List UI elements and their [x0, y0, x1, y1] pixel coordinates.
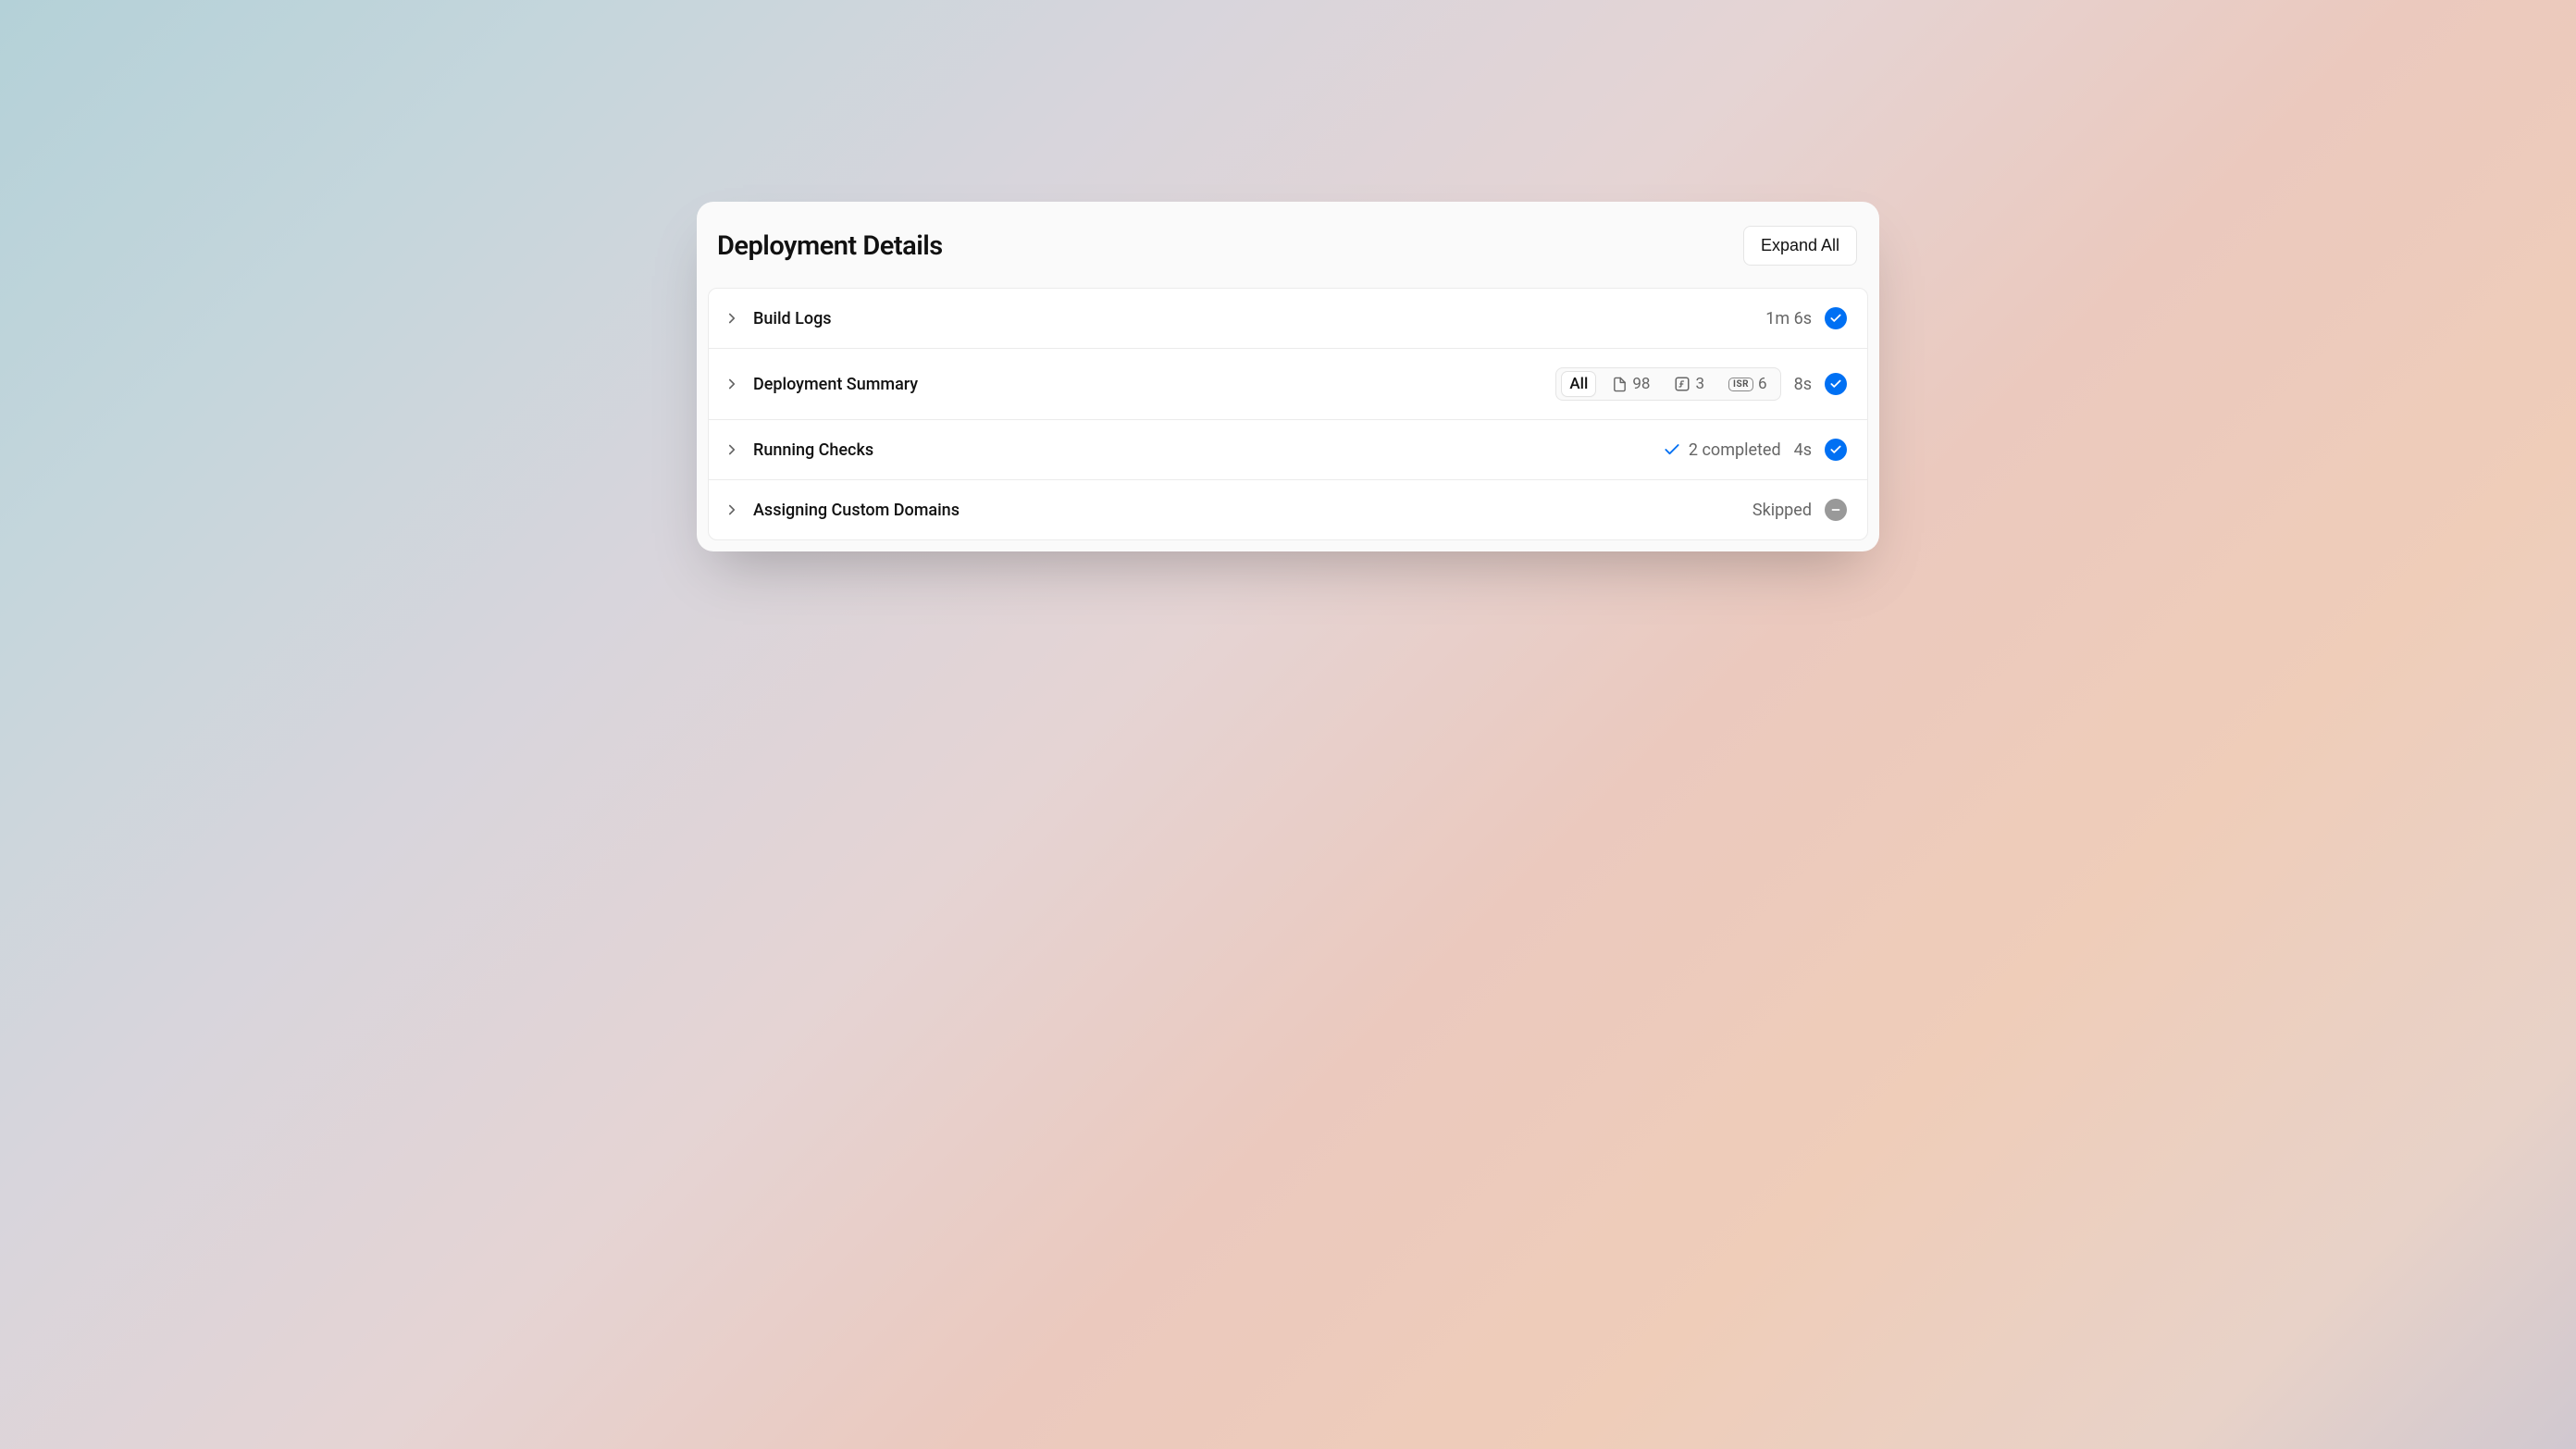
row-title: Running Checks	[753, 440, 873, 460]
row-deployment-summary[interactable]: Deployment Summary All 98 3	[709, 349, 1867, 420]
row-left: Assigning Custom Domains	[724, 501, 960, 520]
pages-count: 98	[1632, 375, 1650, 393]
row-assigning-domains[interactable]: Assigning Custom Domains Skipped	[709, 480, 1867, 539]
completed-count: 2 completed	[1689, 440, 1781, 460]
chevron-right-icon	[724, 441, 740, 458]
row-title: Deployment Summary	[753, 375, 918, 394]
chevron-right-icon	[724, 310, 740, 327]
summary-filter-group: All 98 3 ISR 6	[1555, 367, 1780, 401]
status-success-icon	[1825, 307, 1847, 329]
filter-all[interactable]: All	[1562, 372, 1595, 396]
isr-icon: ISR	[1728, 378, 1753, 391]
chevron-right-icon	[724, 376, 740, 392]
check-icon	[1663, 440, 1681, 459]
row-build-logs[interactable]: Build Logs 1m 6s	[709, 289, 1867, 349]
duration: 1m 6s	[1765, 309, 1812, 328]
status-text: Skipped	[1752, 501, 1812, 520]
row-right: 2 completed 4s	[1663, 439, 1847, 461]
file-icon	[1612, 377, 1628, 392]
functions-count: 3	[1695, 375, 1704, 393]
row-right: 1m 6s	[1765, 307, 1847, 329]
filter-pages[interactable]: 98	[1604, 372, 1657, 396]
filter-functions[interactable]: 3	[1666, 372, 1712, 396]
row-title: Build Logs	[753, 309, 832, 328]
deployment-rows: Build Logs 1m 6s Deployment Summary All	[708, 288, 1868, 540]
row-left: Deployment Summary	[724, 375, 918, 394]
row-running-checks[interactable]: Running Checks 2 completed 4s	[709, 420, 1867, 480]
status-success-icon	[1825, 373, 1847, 395]
checks-completed: 2 completed	[1663, 440, 1781, 460]
deployment-details-card: Deployment Details Expand All Build Logs…	[697, 202, 1879, 551]
status-skipped-icon	[1825, 499, 1847, 521]
row-left: Running Checks	[724, 440, 873, 460]
status-success-icon	[1825, 439, 1847, 461]
chevron-right-icon	[724, 502, 740, 518]
duration: 8s	[1794, 375, 1812, 394]
filter-isr[interactable]: ISR 6	[1721, 372, 1775, 396]
row-right: Skipped	[1752, 499, 1847, 521]
row-right: All 98 3 ISR 6	[1555, 367, 1847, 401]
page-title: Deployment Details	[717, 230, 943, 262]
isr-count: 6	[1758, 375, 1767, 393]
duration: 4s	[1794, 440, 1812, 460]
function-icon	[1674, 376, 1690, 392]
expand-all-button[interactable]: Expand All	[1743, 226, 1857, 266]
row-left: Build Logs	[724, 309, 832, 328]
row-title: Assigning Custom Domains	[753, 501, 960, 520]
card-header: Deployment Details Expand All	[697, 202, 1879, 288]
